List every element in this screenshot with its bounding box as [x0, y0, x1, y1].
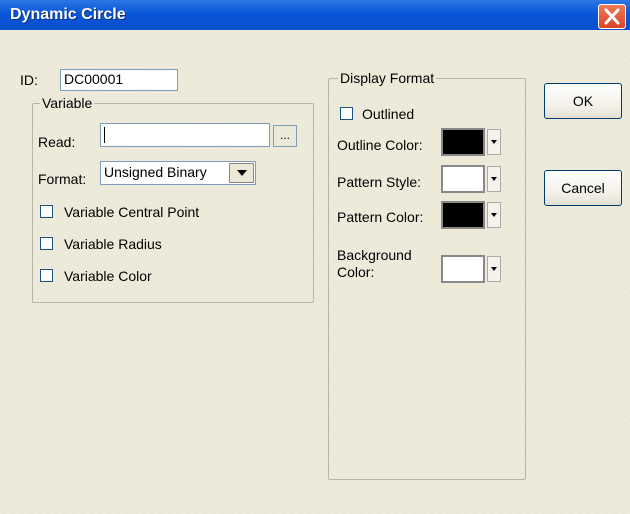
pattern-style-label: Pattern Style: — [337, 174, 422, 190]
background-color-label-line2: Color: — [337, 264, 375, 280]
cancel-button[interactable]: Cancel — [544, 170, 622, 206]
variable-radius-label: Variable Radius — [64, 236, 162, 252]
variable-central-point-label: Variable Central Point — [64, 204, 200, 220]
pattern-color-dropdown[interactable] — [487, 202, 501, 228]
text-cursor — [104, 127, 105, 143]
chevron-down-icon — [491, 140, 497, 144]
background-color-label-line1: Background — [337, 247, 412, 263]
variable-color-label: Variable Color — [64, 268, 152, 284]
id-field[interactable]: DC00001 — [60, 69, 178, 91]
variable-group-legend: Variable — [40, 95, 95, 111]
outline-color-dropdown[interactable] — [487, 129, 501, 155]
read-input[interactable] — [100, 123, 270, 147]
display-format-legend: Display Format — [338, 70, 437, 86]
format-label: Format: — [38, 171, 87, 187]
format-value: Unsigned Binary — [104, 164, 207, 180]
pattern-style-dropdown[interactable] — [487, 166, 501, 192]
outlined-label: Outlined — [362, 106, 415, 122]
id-label: ID: — [20, 72, 38, 88]
outline-color-label: Outline Color: — [337, 137, 423, 153]
ok-button[interactable]: OK — [544, 83, 622, 119]
background-color-dropdown[interactable] — [487, 256, 501, 282]
read-label: Read: — [38, 134, 76, 150]
title-bar: Dynamic Circle — [0, 0, 630, 30]
window-title: Dynamic Circle — [10, 6, 126, 23]
pattern-style-swatch[interactable] — [441, 165, 485, 193]
close-icon — [604, 8, 620, 25]
variable-color-checkbox[interactable] — [40, 269, 53, 282]
browse-button[interactable]: ... — [273, 125, 297, 147]
chevron-down-icon — [236, 170, 247, 176]
close-button[interactable] — [598, 4, 626, 29]
pattern-color-swatch[interactable] — [441, 201, 485, 229]
chevron-down-icon — [491, 213, 497, 217]
variable-radius-checkbox[interactable] — [40, 237, 53, 250]
background-color-swatch[interactable] — [441, 255, 485, 283]
format-dropdown-button[interactable] — [229, 163, 254, 183]
dialog-body: ID: DC00001 Variable Read: ... Format: U… — [0, 30, 630, 514]
chevron-down-icon — [491, 267, 497, 271]
pattern-color-label: Pattern Color: — [337, 209, 424, 225]
chevron-down-icon — [491, 177, 497, 181]
outline-color-swatch[interactable] — [441, 128, 485, 156]
outlined-checkbox[interactable] — [340, 107, 353, 120]
variable-central-point-checkbox[interactable] — [40, 205, 53, 218]
